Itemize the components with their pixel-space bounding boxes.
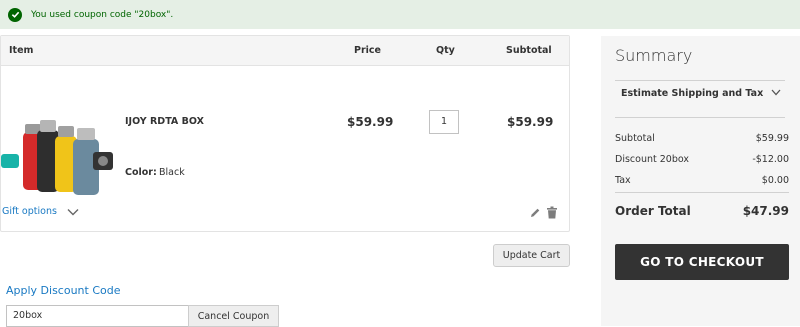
check-icon <box>8 7 22 22</box>
cart-table: Item Price Qty Subtotal IJOY RDTA BOX Co… <box>0 35 570 232</box>
success-message: You used coupon code "20box". <box>0 0 800 29</box>
summary-row-value: -$12.00 <box>752 154 789 165</box>
order-total: Order Total $47.99 <box>615 204 789 218</box>
summary-row-label: Tax <box>615 175 631 186</box>
order-total-label: Order Total <box>615 204 691 218</box>
checkout-button[interactable]: GO TO CHECKOUT <box>615 244 789 280</box>
header-item: Item <box>9 45 34 56</box>
summary-row-discount: Discount 20box -$12.00 <box>615 154 789 165</box>
edit-icon[interactable] <box>529 207 541 219</box>
divider <box>615 192 789 193</box>
product-option-label: Color: <box>125 167 157 178</box>
gift-options-label: Gift options <box>2 206 57 217</box>
estimate-shipping-toggle[interactable]: Estimate Shipping and Tax <box>621 88 763 99</box>
quantity-input[interactable]: 1 <box>429 110 459 134</box>
product-option-value: Black <box>159 167 185 178</box>
order-summary: Summary Estimate Shipping and Tax Subtot… <box>601 36 800 326</box>
gift-options-toggle[interactable]: Gift options <box>2 206 79 217</box>
discount-code-input[interactable]: 20box <box>6 305 189 327</box>
product-name[interactable]: IJOY RDTA BOX <box>125 116 204 127</box>
summary-row-value: $0.00 <box>761 175 789 186</box>
chevron-down-icon[interactable] <box>771 89 781 96</box>
summary-row-label: Subtotal <box>615 133 655 144</box>
order-total-value: $47.99 <box>742 204 789 218</box>
item-subtotal: $59.99 <box>507 115 554 129</box>
summary-row-label: Discount 20box <box>615 154 689 165</box>
header-subtotal: Subtotal <box>506 45 552 56</box>
item-price: $59.99 <box>347 115 394 129</box>
chevron-down-icon <box>67 208 79 215</box>
cart-table-header: Item Price Qty Subtotal <box>1 36 569 66</box>
summary-title: Summary <box>615 46 693 65</box>
product-thumbnail[interactable] <box>1 106 116 204</box>
summary-row-value: $59.99 <box>755 133 789 144</box>
header-qty: Qty <box>436 45 455 56</box>
header-price: Price <box>354 45 381 56</box>
trash-icon[interactable] <box>546 206 558 219</box>
summary-row-tax: Tax $0.00 <box>615 175 789 186</box>
divider <box>615 80 785 81</box>
cancel-coupon-button[interactable]: Cancel Coupon <box>188 305 279 327</box>
update-cart-button[interactable]: Update Cart <box>493 244 570 267</box>
divider <box>615 117 785 118</box>
summary-row-subtotal: Subtotal $59.99 <box>615 133 789 144</box>
success-message-text: You used coupon code "20box". <box>31 9 174 20</box>
apply-discount-toggle[interactable]: Apply Discount Code <box>6 284 121 297</box>
